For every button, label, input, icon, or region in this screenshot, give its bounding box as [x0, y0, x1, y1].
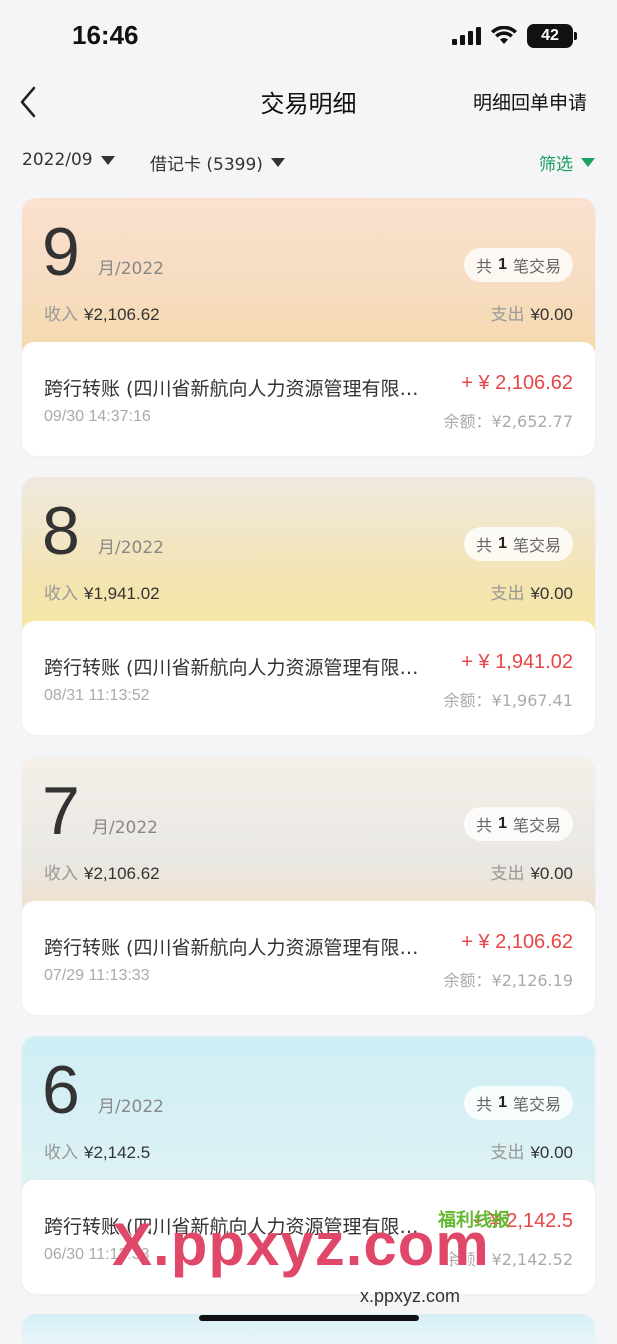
month-year: 月/2022 [98, 259, 164, 279]
card-filter-label: 借记卡 (5399) [150, 155, 263, 175]
income-summary: 收入 ¥2,106.62 [44, 305, 160, 325]
month-year: 月/2022 [98, 1097, 164, 1117]
month-year: 月/2022 [98, 538, 164, 558]
transaction-title: 跨行转账 (四川省新航向人力资源管理有限公司) [44, 937, 424, 959]
month-header: 9 月/2022 共 1 笔交易 收入 ¥2,106.62 支出 ¥0.00 [22, 198, 595, 348]
month-card-august: 8 月/2022 共 1 笔交易 收入 ¥1,941.02 支出 ¥0.00 跨行转… [22, 477, 595, 735]
transaction-time: 09/30 14:37:16 [44, 408, 151, 425]
transaction-count-badge: 共 1 笔交易 [464, 807, 573, 841]
transaction-count-badge: 共 1 笔交易 [464, 1086, 573, 1120]
transaction-time: 07/29 11:13:33 [44, 967, 150, 984]
transaction-amount: + ¥ 2,106.62 [461, 931, 573, 953]
screen-filter[interactable]: 筛选 [539, 150, 595, 175]
month-header: 6 月/2022 共 1 笔交易 收入 ¥2,142.5 支出 ¥0.00 [22, 1036, 595, 1186]
wifi-icon [491, 26, 517, 44]
status-time: 16:46 [72, 20, 139, 50]
month-number: 7 [42, 773, 80, 849]
expense-summary: 支出 ¥0.00 [490, 1143, 573, 1163]
transaction-row[interactable]: 跨行转账 (四川省新航向人力资源管理有限公司) + ¥ 2,106.62 07/… [22, 901, 595, 1015]
watermark-text: X.ppxyz.com [112, 1211, 490, 1278]
month-number: 8 [42, 493, 80, 569]
cellular-signal-icon [452, 27, 481, 45]
nav-bar: 交易明细 明细回单申请 [0, 72, 617, 132]
status-icons: 42 [452, 24, 577, 48]
month-filter-label: 2022/09 [22, 150, 93, 170]
month-filter[interactable]: 2022/09 [22, 150, 115, 170]
income-summary: 收入 ¥2,106.62 [44, 864, 160, 884]
month-card-september: 9 月/2022 共 1 笔交易 收入 ¥2,106.62 支出 ¥0.00 跨行转… [22, 198, 595, 456]
month-year: 月/2022 [92, 818, 158, 838]
card-filter[interactable]: 借记卡 (5399) [150, 150, 285, 175]
transaction-balance: 余额：¥2,652.77 [443, 412, 573, 431]
transaction-time: 08/31 11:13:52 [44, 687, 150, 704]
filter-bar: 2022/09 借记卡 (5399) 筛选 [0, 140, 617, 184]
transaction-row[interactable]: 跨行转账 (四川省新航向人力资源管理有限公司) + ¥ 2,106.62 09/… [22, 342, 595, 456]
transaction-balance: 余额：¥1,967.41 [443, 691, 573, 710]
transaction-balance: 余额：¥2,126.19 [443, 971, 573, 990]
transaction-amount: + ¥ 2,106.62 [461, 372, 573, 394]
status-bar: 16:46 42 [0, 0, 617, 72]
month-number: 9 [42, 214, 80, 290]
transaction-count-badge: 共 1 笔交易 [464, 248, 573, 282]
home-indicator[interactable] [199, 1315, 419, 1321]
expense-summary: 支出 ¥0.00 [490, 864, 573, 884]
screen-filter-label: 筛选 [539, 155, 573, 175]
battery-icon: 42 [527, 24, 577, 48]
month-card-july: 7 月/2022 共 1 笔交易 收入 ¥2,106.62 支出 ¥0.00 跨行转… [22, 757, 595, 1015]
dropdown-triangle-icon [270, 158, 285, 167]
watermark-subtext: x.ppxyz.com [360, 1286, 461, 1306]
expense-summary: 支出 ¥0.00 [490, 584, 573, 604]
income-summary: 收入 ¥2,142.5 [44, 1143, 151, 1163]
month-header: 7 月/2022 共 1 笔交易 收入 ¥2,106.62 支出 ¥0.00 [22, 757, 595, 907]
back-arrow-icon[interactable] [16, 84, 40, 120]
month-number: 6 [42, 1052, 80, 1128]
dropdown-triangle-icon [581, 158, 595, 167]
month-header: 8 月/2022 共 1 笔交易 收入 ¥1,941.02 支出 ¥0.00 [22, 477, 595, 627]
transaction-title: 跨行转账 (四川省新航向人力资源管理有限公司) [44, 657, 424, 679]
receipt-apply-button[interactable]: 明细回单申请 [473, 88, 587, 115]
transaction-title: 跨行转账 (四川省新航向人力资源管理有限公司) [44, 378, 424, 400]
income-summary: 收入 ¥1,941.02 [44, 584, 160, 604]
dropdown-triangle-icon [100, 155, 115, 165]
expense-summary: 支出 ¥0.00 [490, 305, 573, 325]
transaction-amount: + ¥ 1,941.02 [461, 651, 573, 673]
transaction-count-badge: 共 1 笔交易 [464, 527, 573, 561]
transaction-row[interactable]: 跨行转账 (四川省新航向人力资源管理有限公司) + ¥ 1,941.02 08/… [22, 621, 595, 735]
